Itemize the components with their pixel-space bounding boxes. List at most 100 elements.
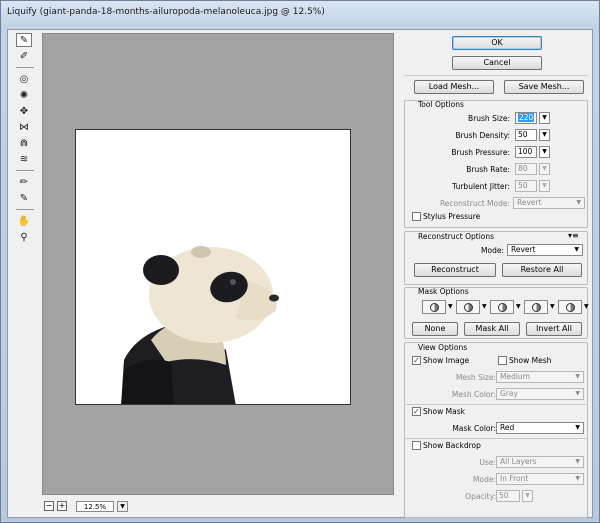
zoom-tool-icon[interactable]: ⚲ <box>16 230 32 244</box>
zoom-dropdown-button[interactable]: ▼ <box>117 500 128 512</box>
divider <box>404 438 588 439</box>
tool-options-title: Tool Options <box>418 100 464 109</box>
brush-rate-dropdown: ▼ <box>539 163 550 175</box>
mask-glyph <box>565 302 575 312</box>
reconstruct-options-title: Reconstruct Options <box>418 232 495 241</box>
mask-color-label: Mask Color: <box>452 424 496 433</box>
restore-all-button[interactable]: Restore All <box>502 263 582 277</box>
freeze-mask-tool-icon[interactable]: ✏ <box>16 175 32 189</box>
brush-density-label: Brush Density: <box>455 131 510 140</box>
brush-pressure-label: Brush Pressure: <box>451 148 510 157</box>
panel-menu-icon[interactable]: ▾≡ <box>568 231 579 240</box>
zoom-out-button[interactable]: − <box>44 501 54 511</box>
brush-size-field[interactable]: 220 <box>515 112 537 124</box>
zoom-controls: − + 12.5% ▼ <box>42 498 394 514</box>
turbulent-jitter-label: Turbulent Jitter: <box>452 182 510 191</box>
stylus-pressure-checkbox[interactable]: Stylus Pressure <box>412 212 480 221</box>
document-preview[interactable] <box>75 129 351 405</box>
preview-canvas[interactable] <box>42 33 394 495</box>
brush-size-dropdown[interactable]: ▼ <box>539 112 550 124</box>
turbulence-tool-icon[interactable]: ≋ <box>16 152 32 166</box>
mirror-tool-icon[interactable]: ⋒ <box>16 136 32 150</box>
backdrop-use-label: Use: <box>479 458 496 467</box>
intersect-with-selection-mask-icon[interactable] <box>524 300 548 314</box>
pucker-tool-icon[interactable]: ✺ <box>16 88 32 102</box>
add-to-selection-mask-icon[interactable] <box>456 300 480 314</box>
liquify-window: Liquify (giant-panda-18-months-ailuropod… <box>0 0 600 523</box>
mesh-size-label: Mesh Size: <box>455 373 496 382</box>
load-mesh-button[interactable]: Load Mesh... <box>414 80 494 94</box>
save-mesh-button[interactable]: Save Mesh... <box>504 80 584 94</box>
toolbar-separator <box>16 67 34 68</box>
backdrop-opacity-dropdown: ▼ <box>522 490 533 502</box>
mask-glyph <box>531 302 541 312</box>
checkbox-box: ✓ <box>412 356 421 365</box>
reconstruct-tool-icon[interactable]: ✐ <box>16 49 32 63</box>
divider <box>404 404 588 405</box>
checkbox-box: ✓ <box>412 407 421 416</box>
backdrop-mode-select: In Front ▼ <box>496 473 584 485</box>
divider <box>404 75 588 76</box>
backdrop-opacity-label: Opacity: <box>465 492 496 501</box>
mesh-color-label: Mesh Color: <box>451 390 496 399</box>
brush-pressure-dropdown[interactable]: ▼ <box>539 146 550 158</box>
mask-dropdown-caret[interactable]: ▼ <box>550 303 555 310</box>
mask-glyph <box>429 302 439 312</box>
reconstruct-mode-label-2: Mode: <box>481 246 504 255</box>
window-title: Liquify (giant-panda-18-months-ailuropod… <box>7 7 325 17</box>
dialog-client: ✎ ✐ ◎ ✺ ✥ ⋈ ⋒ ≋ ✏ ✎ ✋ ⚲ − + 12.5% ▼ OK C… <box>7 29 593 518</box>
options-panel: OK Cancel Load Mesh... Save Mesh... Tool… <box>400 30 592 518</box>
backdrop-opacity-field: 50 <box>496 490 520 502</box>
backdrop-use-select: All Layers ▼ <box>496 456 584 468</box>
turbulent-jitter-field: 50 <box>515 180 537 192</box>
toolbar-separator <box>16 209 34 210</box>
show-mesh-checkbox[interactable]: Show Mesh <box>498 356 551 365</box>
checkbox-box <box>412 441 421 450</box>
invert-selection-mask-icon[interactable] <box>558 300 582 314</box>
reconstruct-button[interactable]: Reconstruct <box>414 263 496 277</box>
show-image-checkbox[interactable]: ✓ Show Image <box>412 356 469 365</box>
reconstruct-mode-label: Reconstruct Mode: <box>439 199 510 208</box>
replace-selection-mask-icon[interactable] <box>422 300 446 314</box>
mask-all-button[interactable]: Mask All <box>464 322 520 336</box>
panda-image <box>121 246 279 404</box>
mask-dropdown-caret[interactable]: ▼ <box>516 303 521 310</box>
reconstruct-mode-select: Revert ▼ <box>513 197 585 209</box>
toolbar-separator <box>16 170 34 171</box>
zoom-level-field[interactable]: 12.5% <box>76 500 114 512</box>
view-options-title: View Options <box>418 343 468 352</box>
brush-density-field[interactable]: 50 <box>515 129 537 141</box>
show-mask-checkbox[interactable]: ✓ Show Mask <box>412 407 465 416</box>
title-bar[interactable]: Liquify (giant-panda-18-months-ailuropod… <box>1 1 599 25</box>
twirl-tool-icon[interactable]: ◎ <box>16 72 32 86</box>
push-left-tool-icon[interactable]: ⋈ <box>16 120 32 134</box>
thaw-mask-tool-icon[interactable]: ✎ <box>16 191 32 205</box>
show-backdrop-checkbox[interactable]: Show Backdrop <box>412 441 481 450</box>
tool-palette: ✎ ✐ ◎ ✺ ✥ ⋈ ⋒ ≋ ✏ ✎ ✋ ⚲ <box>16 33 34 246</box>
mesh-size-select: Medium ▼ <box>496 371 584 383</box>
ok-button[interactable]: OK <box>452 36 542 50</box>
mask-color-select[interactable]: Red ▼ <box>496 422 584 434</box>
bloat-tool-icon[interactable]: ✥ <box>16 104 32 118</box>
brush-pressure-field[interactable]: 100 <box>515 146 537 158</box>
mask-dropdown-caret[interactable]: ▼ <box>584 303 589 310</box>
cancel-button[interactable]: Cancel <box>452 56 542 70</box>
brush-size-label: Brush Size: <box>468 114 510 123</box>
reconstruct-mode-dropdown[interactable]: Revert ▼ <box>507 244 583 256</box>
mask-options-title: Mask Options <box>418 287 469 296</box>
hand-tool-icon[interactable]: ✋ <box>16 214 32 228</box>
mask-dropdown-caret[interactable]: ▼ <box>448 303 453 310</box>
mesh-color-select: Gray ▼ <box>496 388 584 400</box>
subtract-from-selection-mask-icon[interactable] <box>490 300 514 314</box>
checkbox-box <box>412 212 421 221</box>
brush-density-dropdown[interactable]: ▼ <box>539 129 550 141</box>
invert-all-button[interactable]: Invert All <box>526 322 582 336</box>
zoom-in-button[interactable]: + <box>57 501 67 511</box>
forward-warp-tool-icon[interactable]: ✎ <box>16 33 32 47</box>
turbulent-jitter-dropdown: ▼ <box>539 180 550 192</box>
brush-rate-label: Brush Rate: <box>466 165 510 174</box>
mask-none-button[interactable]: None <box>412 322 458 336</box>
checkbox-box <box>498 356 507 365</box>
mask-dropdown-caret[interactable]: ▼ <box>482 303 487 310</box>
mask-glyph <box>497 302 507 312</box>
